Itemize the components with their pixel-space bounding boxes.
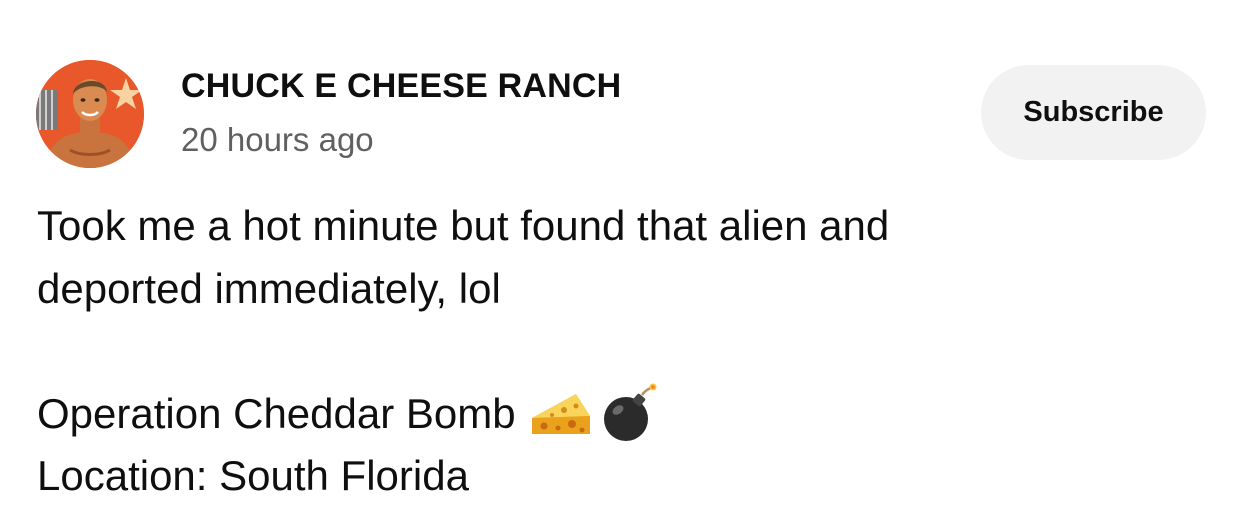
subscribe-button[interactable]: Subscribe — [981, 65, 1206, 160]
post-line: deported immediately, lol — [37, 264, 501, 312]
community-post: CHUCK E CHEESE RANCH 20 hours ago Subscr… — [0, 0, 1242, 524]
post-timestamp: 20 hours ago — [181, 121, 374, 158]
post-line: Took me a hot minute but found that alie… — [37, 202, 890, 249]
channel-avatar[interactable] — [36, 60, 144, 168]
channel-name[interactable]: CHUCK E CHEESE RANCH — [181, 66, 621, 106]
person-avatar-icon — [36, 60, 144, 168]
post-line-with-emoji: Operation Cheddar Bomb — [37, 383, 1217, 446]
cheese-icon — [530, 388, 592, 440]
post-line: Operation Cheddar Bomb — [37, 389, 516, 437]
post-text: Took me a hot minute but found that alie… — [37, 195, 1217, 508]
bomb-icon — [598, 383, 660, 445]
post-line: Location: South Florida — [37, 452, 469, 499]
